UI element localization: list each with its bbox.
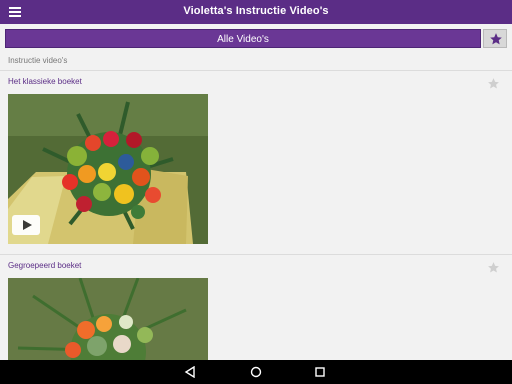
bouquet-image: [8, 278, 208, 360]
play-icon[interactable]: [12, 215, 40, 235]
app-bar: Violetta's Instructie Video's: [0, 0, 512, 24]
star-icon: [490, 33, 502, 45]
recents-icon[interactable]: [314, 366, 326, 378]
section-label: Instructie video's: [8, 56, 68, 65]
navigation-bar: [0, 360, 512, 384]
video-title[interactable]: Het klassieke boeket: [8, 77, 82, 86]
video-thumbnail[interactable]: [8, 94, 208, 244]
favorites-filter-button[interactable]: [483, 29, 507, 48]
star-outline-icon[interactable]: [487, 261, 500, 274]
video-thumbnail[interactable]: [8, 278, 208, 360]
divider: [0, 70, 512, 71]
star-outline-icon[interactable]: [487, 77, 500, 90]
back-icon[interactable]: [184, 366, 196, 378]
app-title: Violetta's Instructie Video's: [183, 5, 329, 17]
home-icon[interactable]: [250, 366, 262, 378]
filter-dropdown[interactable]: Alle Video's: [5, 29, 481, 48]
divider: [0, 254, 512, 255]
video-title[interactable]: Gegroepeerd boeket: [8, 261, 81, 270]
